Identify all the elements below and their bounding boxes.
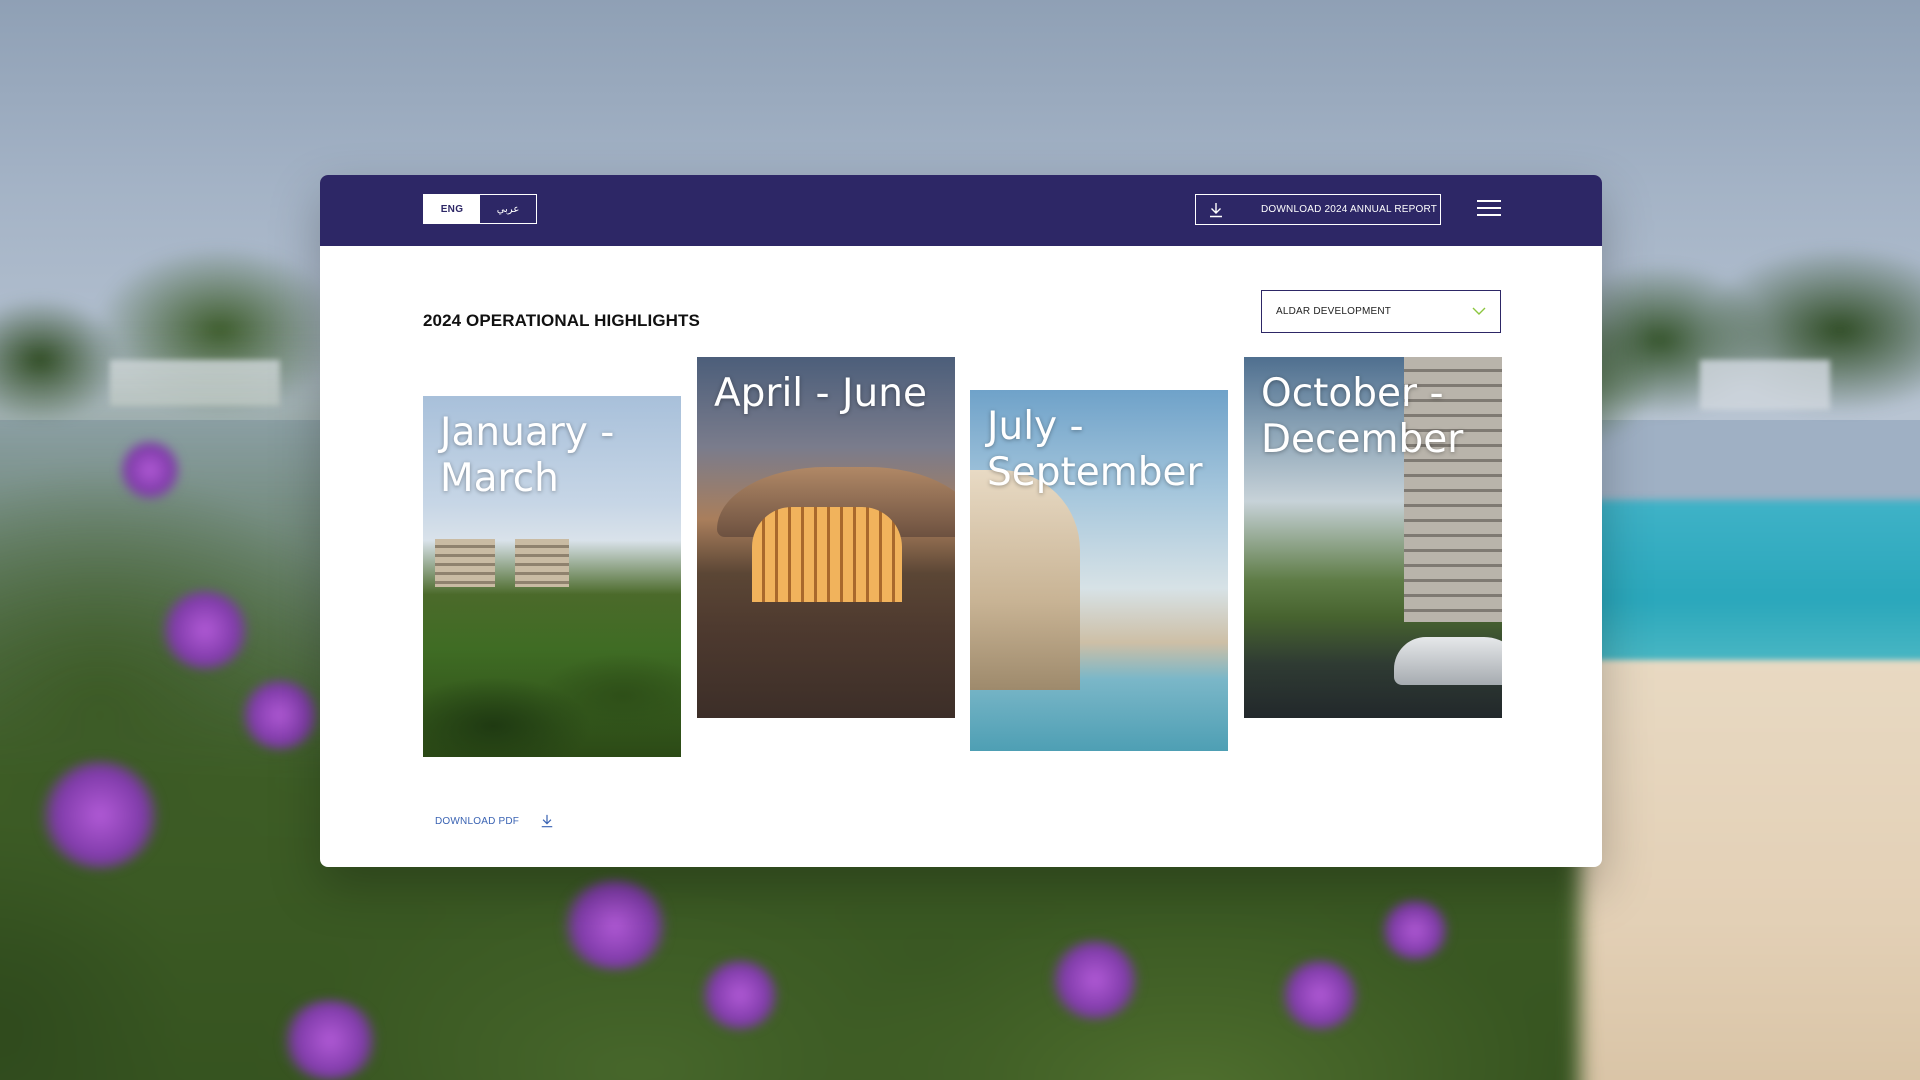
quarter-card-q3[interactable]: July - September: [970, 390, 1228, 751]
lang-option-arabic[interactable]: عربي: [480, 195, 536, 223]
quarter-card-q1[interactable]: January - March: [423, 396, 681, 757]
background-flower: [120, 440, 180, 500]
download-annual-report-button[interactable]: DOWNLOAD 2024 ANNUAL REPORT: [1195, 194, 1441, 225]
download-icon: [1210, 202, 1222, 217]
card-title: January - March: [440, 410, 615, 501]
background-building: [1700, 360, 1830, 410]
download-pdf-label: DOWNLOAD PDF: [435, 815, 520, 827]
download-icon: [541, 814, 553, 828]
chevron-down-icon: [1472, 307, 1486, 315]
background-flower: [40, 760, 160, 870]
card-image-building: [515, 539, 569, 587]
menu-icon: [1477, 207, 1501, 209]
card-image-villa: [970, 470, 1080, 690]
dropdown-value: ALDAR DEVELOPMENT: [1276, 306, 1392, 317]
lang-option-eng[interactable]: ENG: [424, 195, 480, 223]
background-flower: [1280, 960, 1360, 1030]
quarter-card-q2[interactable]: April - June: [697, 357, 955, 718]
card-image-facade: [752, 507, 902, 602]
card-title: July - September: [987, 404, 1203, 495]
menu-icon: [1477, 200, 1501, 202]
menu-button[interactable]: [1477, 200, 1501, 220]
card-title: October - December: [1261, 371, 1464, 462]
background-flower: [280, 1000, 380, 1080]
background-flower: [240, 680, 320, 750]
background-flower: [1050, 940, 1140, 1020]
background-flower: [160, 590, 250, 670]
download-pdf-link[interactable]: DOWNLOAD PDF: [435, 814, 554, 828]
card-title: April - June: [714, 371, 927, 416]
website-window: ENG عربي DOWNLOAD 2024 ANNUAL REPORT 202…: [320, 175, 1602, 867]
quarter-card-q4[interactable]: October - December: [1244, 357, 1502, 718]
top-navigation-bar: ENG عربي DOWNLOAD 2024 ANNUAL REPORT: [320, 175, 1602, 246]
background-flower: [560, 880, 670, 970]
download-report-label: DOWNLOAD 2024 ANNUAL REPORT: [1261, 204, 1438, 215]
menu-icon: [1477, 214, 1501, 216]
card-image-car: [1394, 637, 1502, 685]
page-title: 2024 OPERATIONAL HIGHLIGHTS: [423, 311, 700, 330]
card-image-building: [435, 539, 495, 587]
entity-dropdown[interactable]: ALDAR DEVELOPMENT: [1261, 290, 1501, 333]
background-flower: [1380, 900, 1450, 960]
background-flower: [700, 960, 780, 1030]
language-switch: ENG عربي: [423, 194, 537, 224]
